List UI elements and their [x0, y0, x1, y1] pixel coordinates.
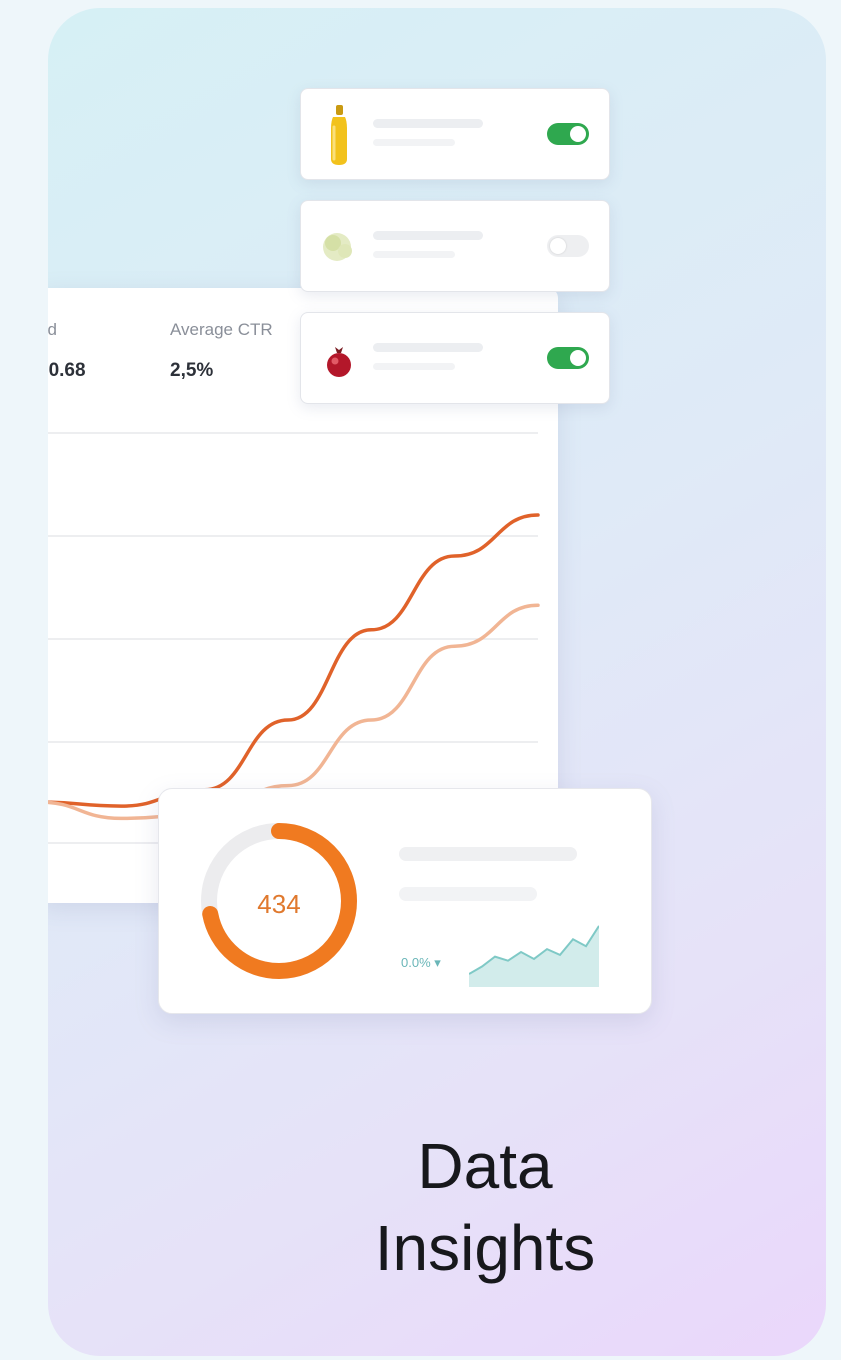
toggle-knob: [550, 238, 566, 254]
bottle-icon: [319, 101, 359, 167]
series-line: [48, 513, 540, 808]
product-row: [300, 312, 610, 404]
sparkline: [469, 925, 599, 987]
product-toggle[interactable]: [547, 235, 589, 257]
toggle-knob: [570, 126, 586, 142]
donut-title-placeholder: [399, 847, 577, 861]
product-subtitle-placeholder: [373, 363, 455, 370]
heading-line-2: Insights: [374, 1212, 596, 1284]
product-toggle[interactable]: [547, 347, 589, 369]
series-line: [48, 603, 540, 821]
donut-subtitle-placeholder: [399, 887, 537, 901]
product-subtitle-placeholder: [373, 251, 455, 258]
cabbage-icon: [319, 213, 359, 279]
product-title-placeholder: [373, 231, 483, 240]
product-title-placeholder: [373, 119, 483, 128]
feature-card: nd 60.68 Average CTR 2,5%: [48, 8, 826, 1356]
sparkline-area: [469, 925, 599, 987]
product-subtitle-placeholder: [373, 139, 455, 146]
product-row: [300, 200, 610, 292]
toggle-knob: [570, 350, 586, 366]
pomegranate-icon: [319, 325, 359, 391]
product-toggle[interactable]: [547, 123, 589, 145]
trend-text: 0.0% ▾: [401, 955, 441, 970]
donut-value: 434: [257, 889, 301, 919]
donut-card: 434 0.0% ▾: [158, 788, 652, 1014]
product-row: [300, 88, 610, 180]
heading-line-1: Data: [417, 1130, 553, 1202]
product-title-placeholder: [373, 343, 483, 352]
